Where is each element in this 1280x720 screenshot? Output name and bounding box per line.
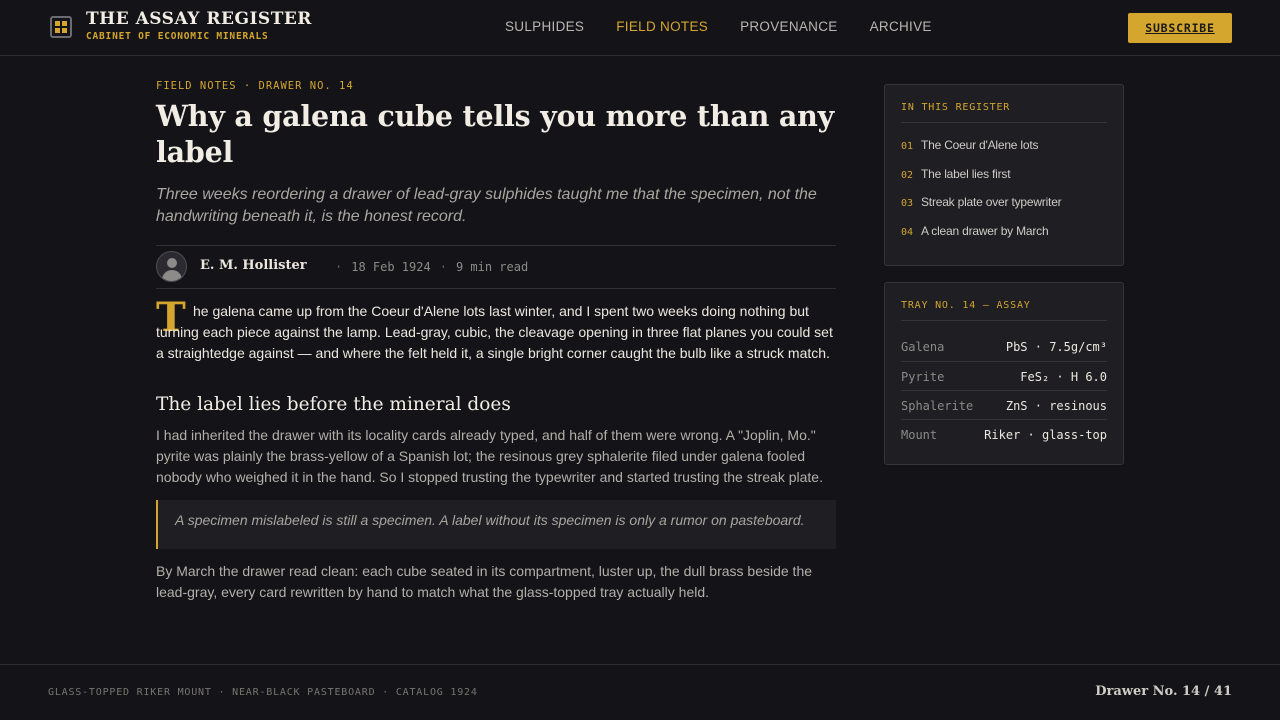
author-name[interactable]: E. M. Hollister: [200, 258, 307, 273]
publish-date: 18 Feb 1924: [351, 260, 431, 274]
nav-item-sulphides[interactable]: SULPHIDES: [505, 19, 584, 34]
site-header: THE ASSAY REGISTER CABINET OF ECONOMIC M…: [0, 0, 1280, 56]
toc-item-2[interactable]: 02 The label lies first: [901, 165, 1011, 181]
body-paragraph-3: By March the drawer read clean: each cub…: [156, 563, 813, 600]
author-avatar[interactable]: [156, 251, 187, 282]
toc-item-3[interactable]: 03 Streak plate over typewriter: [901, 193, 1062, 209]
assay-divider: [901, 320, 1107, 321]
brand-title[interactable]: THE ASSAY REGISTER: [86, 9, 312, 29]
read-time: 9 min read: [455, 260, 529, 274]
subscribe-button[interactable]: SUBSCRIBE: [1128, 13, 1232, 43]
assay-row: Galena PbS · 7.5g/cm³: [901, 340, 1107, 354]
table-of-contents: IN THIS REGISTER 01 The Coeur d'Alene lot…: [884, 84, 1124, 266]
assay-panel: TRAY NO. 14 — ASSAY Galena PbS · 7.5g/cm…: [884, 282, 1124, 465]
toc-title: IN THIS REGISTER: [901, 102, 1011, 113]
byline-divider-top: [156, 245, 836, 246]
article-title: Why a galena cube tells you more than an…: [156, 99, 835, 169]
section-heading: The label lies before the mineral does: [156, 394, 511, 415]
brand-subtitle: CABINET OF ECONOMIC MINERALS: [86, 31, 269, 42]
assay-title: TRAY NO. 14 — ASSAY: [901, 300, 1031, 311]
footer-caption: GLASS-TOPPED RIKER MOUNT · NEAR-BLACK PA…: [48, 687, 478, 698]
assay-row: Mount Riker · glass-top: [901, 419, 1107, 448]
article-kicker: FIELD NOTES · DRAWER NO. 14: [156, 80, 354, 92]
byline-divider-bottom: [156, 288, 836, 289]
nav-item-field-notes[interactable]: FIELD NOTES: [616, 19, 708, 34]
article-meta: · 18 Feb 1924 · 9 min read: [335, 260, 529, 274]
main-nav: SULPHIDES FIELD NOTES PROVENANCE ARCHIVE: [505, 19, 932, 34]
nav-item-provenance[interactable]: PROVENANCE: [740, 19, 838, 34]
article-dek: Three weeks reordering a drawer of lead-…: [156, 186, 817, 225]
lead-paragraph: he galena came up from the Coeur d'Alene…: [156, 303, 833, 361]
toc-item-4[interactable]: 04 A clean drawer by March: [901, 222, 1049, 238]
pull-quote: A specimen mislabeled is still a specime…: [156, 500, 836, 549]
toc-item-1[interactable]: 01 The Coeur d'Alene lots: [901, 136, 1038, 152]
drawer-grid-icon[interactable]: [50, 16, 72, 38]
drawer-counter: Drawer No. 14 / 41: [1095, 684, 1232, 699]
site-footer: GLASS-TOPPED RIKER MOUNT · NEAR-BLACK PA…: [0, 664, 1280, 720]
assay-row: Sphalerite ZnS · resinous: [901, 390, 1107, 419]
assay-row: Pyrite FeS₂ · H 6.0: [901, 361, 1107, 390]
nav-item-archive[interactable]: ARCHIVE: [870, 19, 932, 34]
body-paragraph-2: I had inherited the drawer with its loca…: [156, 427, 823, 485]
toc-divider: [901, 122, 1107, 123]
